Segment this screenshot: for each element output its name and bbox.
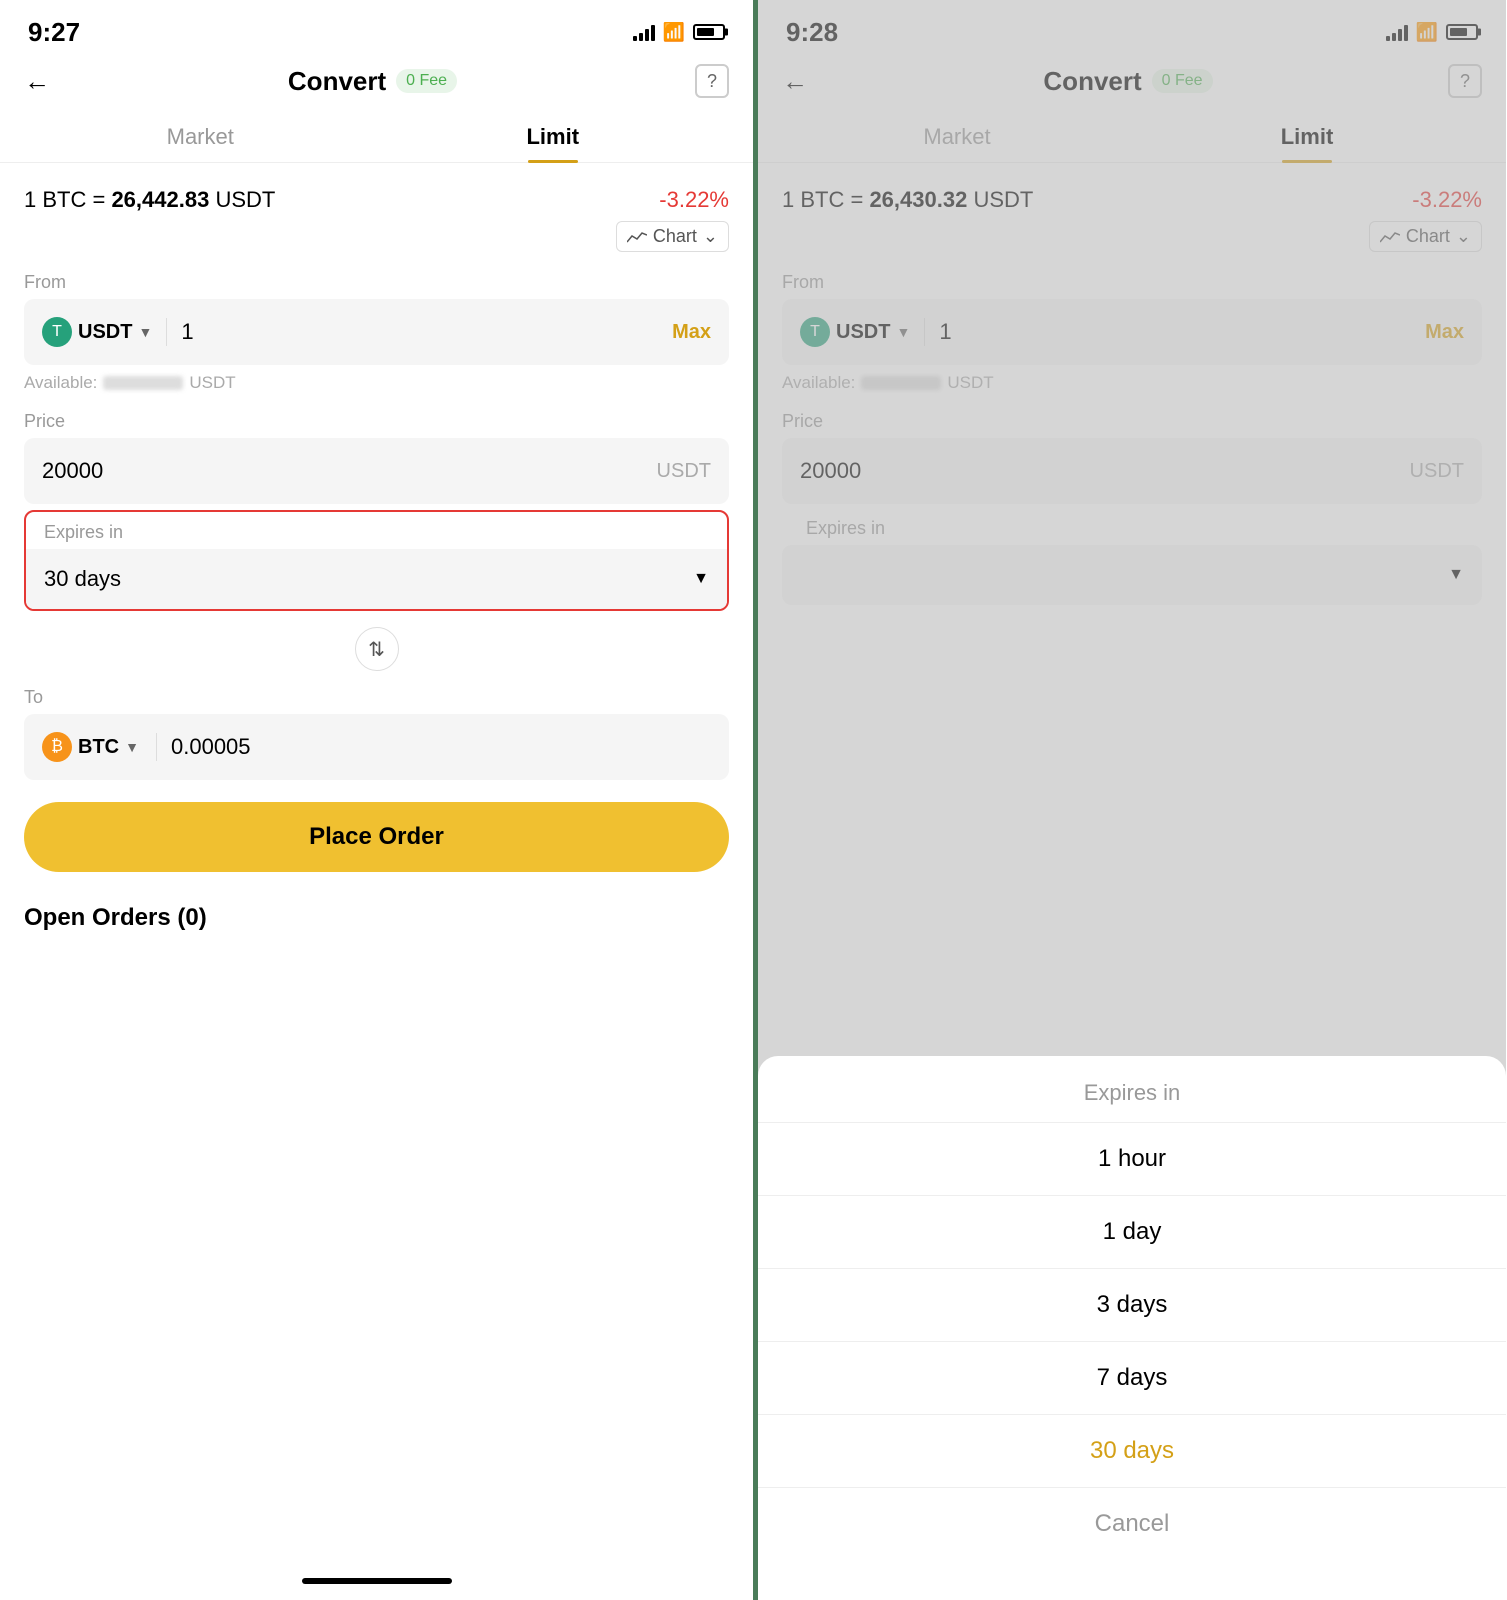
chart-toggle-left[interactable]: Chart ⌄ [616, 221, 729, 252]
picker-option-1hour[interactable]: 1 hour [758, 1123, 1506, 1196]
from-input-divider-left [166, 318, 167, 346]
chart-mini-icon-left [627, 230, 647, 244]
swap-button-left[interactable]: ⇅ [355, 627, 399, 671]
rate-change-left: -3.22% [659, 187, 729, 213]
to-input-row-left: ₿ BTC ▼ [24, 714, 729, 780]
from-dropdown-arrow-left: ▼ [138, 324, 152, 340]
tab-market-left[interactable]: Market [24, 112, 377, 162]
tab-limit-left[interactable]: Limit [377, 112, 730, 162]
status-time-left: 9:27 [28, 17, 80, 48]
from-label-left: From [0, 264, 753, 299]
to-currency-selector-left[interactable]: ₿ BTC ▼ [42, 732, 142, 762]
to-input-left[interactable] [171, 734, 711, 760]
expires-dropdown-arrow-left: ▼ [693, 570, 709, 588]
available-text-left: Available: USDT [0, 371, 753, 403]
rate-row-left: 1 BTC = 26,442.83 USDT -3.22% [0, 179, 753, 217]
price-suffix-left: USDT [657, 460, 711, 483]
to-input-divider-left [156, 733, 157, 761]
expires-label-left: Expires in [26, 512, 727, 549]
back-button-left[interactable]: ← [24, 66, 50, 97]
status-bar-left: 9:27 📶 [0, 0, 753, 54]
picker-sheet: Expires in 1 hour 1 day 3 days 7 days 30… [758, 1056, 1506, 1600]
expires-container-left: Expires in 30 days ▼ [24, 510, 729, 611]
price-input-row-left: USDT [24, 438, 729, 504]
price-label-left: Price [0, 403, 753, 438]
header-title-left: Convert [288, 66, 386, 97]
home-indicator-left [302, 1578, 452, 1584]
header-center-left: Convert 0 Fee [288, 66, 457, 97]
place-order-button-left[interactable]: Place Order [24, 802, 729, 872]
picker-option-30days[interactable]: 30 days [758, 1415, 1506, 1488]
to-dropdown-arrow-left: ▼ [125, 739, 139, 755]
left-panel: 9:27 📶 ← Convert 0 Fee ? Market [0, 0, 753, 1600]
picker-title: Expires in [758, 1056, 1506, 1123]
help-icon-left[interactable]: ? [695, 64, 729, 98]
status-icons-left: 📶 [633, 22, 725, 43]
picker-option-3days[interactable]: 3 days [758, 1269, 1506, 1342]
to-currency-name-left: BTC [78, 736, 119, 759]
picker-option-1day[interactable]: 1 day [758, 1196, 1506, 1269]
to-label-left: To [0, 679, 753, 714]
expires-value-left: 30 days [44, 566, 121, 592]
right-panel: 9:28 📶 ← Convert 0 Fee ? Market [753, 0, 1506, 1600]
from-currency-name-left: USDT [78, 321, 132, 344]
wifi-icon: 📶 [663, 22, 685, 43]
usdt-icon-left: T [42, 317, 72, 347]
header-left: ← Convert 0 Fee ? [0, 54, 753, 112]
picker-option-cancel[interactable]: Cancel [758, 1488, 1506, 1560]
fee-badge-left: 0 Fee [396, 69, 457, 93]
tabs-left: Market Limit [0, 112, 753, 163]
price-input-left[interactable] [42, 458, 657, 484]
expires-row-left[interactable]: 30 days ▼ [26, 549, 727, 609]
open-orders-left: Open Orders (0) [0, 888, 753, 940]
swap-row-left: ⇅ [0, 619, 753, 679]
chart-chevron-left: ⌄ [703, 226, 718, 247]
battery-icon [693, 24, 725, 40]
picker-option-7days[interactable]: 7 days [758, 1342, 1506, 1415]
signal-icon [633, 23, 655, 41]
from-currency-selector-left[interactable]: T USDT ▼ [42, 317, 152, 347]
from-max-left[interactable]: Max [672, 321, 711, 344]
from-input-left[interactable] [181, 319, 672, 345]
chart-toggle-row-left: Chart ⌄ [0, 217, 753, 264]
btc-icon-left: ₿ [42, 732, 72, 762]
from-input-row-left: T USDT ▼ Max [24, 299, 729, 365]
available-blurred-left [103, 376, 183, 390]
rate-text-left: 1 BTC = 26,442.83 USDT [24, 187, 275, 213]
